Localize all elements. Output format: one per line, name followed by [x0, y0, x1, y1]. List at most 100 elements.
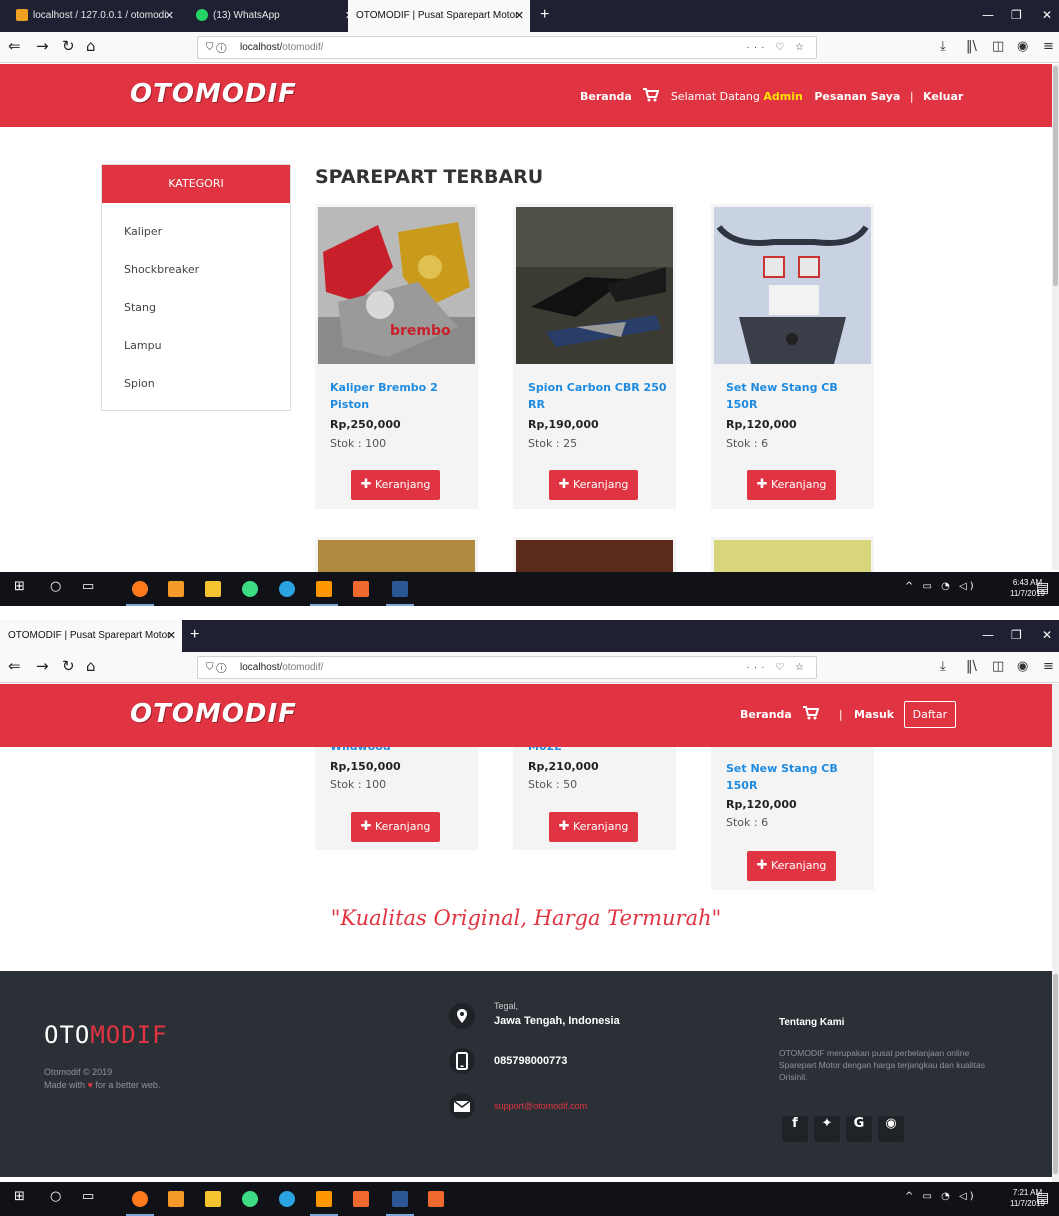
facebook-icon[interactable]: f	[782, 1116, 808, 1142]
browser-tab-otomodif[interactable]: OTOMODIF | Pusat Sparepart Motor ✕	[348, 0, 530, 32]
sidebar-icon[interactable]: ◫	[992, 39, 1004, 54]
category-item-stang[interactable]: Stang	[124, 301, 156, 314]
notification-icon[interactable]: ▤	[1036, 580, 1049, 596]
word-icon[interactable]	[392, 581, 408, 597]
page-scrollbar[interactable]	[1052, 684, 1059, 1182]
close-icon[interactable]: ✕	[515, 0, 524, 32]
github-icon[interactable]: ◉	[878, 1116, 904, 1142]
scrollbar-thumb[interactable]	[1053, 974, 1058, 1174]
new-tab-icon[interactable]: +	[190, 620, 199, 650]
browser-tab-otomodif[interactable]: OTOMODIF | Pusat Sparepart Motor ✕	[0, 620, 182, 652]
browser-tab-phpmyadmin[interactable]: localhost / 127.0.0.1 / otomodi ✕	[8, 0, 180, 32]
xampp-icon[interactable]	[168, 1191, 184, 1207]
home-icon[interactable]: ⌂	[86, 37, 96, 55]
address-bar[interactable]: ⛉ ⓘ localhost/otomodif/ ··· ♡ ☆	[197, 36, 817, 59]
search-icon[interactable]: ○	[50, 1189, 61, 1204]
windows-start-icon[interactable]: ⊞	[14, 579, 25, 594]
android-studio-icon[interactable]	[242, 581, 258, 597]
download-icon[interactable]: ⤓	[940, 39, 946, 54]
close-icon[interactable]: ✕	[167, 620, 176, 652]
telegram-icon[interactable]	[279, 581, 295, 597]
twitter-icon[interactable]: ✦	[814, 1116, 840, 1142]
reload-icon[interactable]: ↻	[62, 37, 75, 55]
browser-tab-whatsapp[interactable]: (13) WhatsApp✕	[188, 0, 360, 32]
account-icon[interactable]: ◉	[1017, 39, 1028, 54]
close-window-icon[interactable]: ✕	[1042, 620, 1052, 650]
back-icon[interactable]: ⇐	[8, 657, 21, 675]
task-view-icon[interactable]: ▭	[82, 579, 94, 594]
category-item-kaliper[interactable]: Kaliper	[124, 225, 162, 238]
new-tab-icon[interactable]: +	[540, 0, 549, 30]
windows-start-icon[interactable]: ⊞	[14, 1189, 25, 1204]
product-image[interactable]: brembo	[318, 207, 475, 364]
add-to-cart-button[interactable]: ✚ Keranjang	[549, 812, 638, 842]
category-item-lampu[interactable]: Lampu	[124, 339, 162, 352]
sidebar-icon[interactable]: ◫	[992, 659, 1004, 674]
cart-icon[interactable]	[643, 88, 660, 105]
scrollbar-thumb[interactable]	[1053, 66, 1058, 286]
account-icon[interactable]: ◉	[1017, 659, 1028, 674]
add-to-cart-button[interactable]: ✚ Keranjang	[351, 470, 440, 500]
xampp-icon[interactable]	[168, 581, 184, 597]
google-icon[interactable]: G	[846, 1116, 872, 1142]
add-to-cart-button[interactable]: ✚ Keranjang	[747, 470, 836, 500]
add-to-cart-button[interactable]: ✚ Keranjang	[351, 812, 440, 842]
home-icon[interactable]: ⌂	[86, 657, 96, 675]
firefox-icon[interactable]	[132, 581, 148, 597]
file-explorer-icon[interactable]	[205, 581, 221, 597]
forward-icon[interactable]: →	[36, 657, 49, 675]
product-name[interactable]: Spion Carbon CBR 250 RR	[528, 379, 668, 413]
page-actions-icon[interactable]: ··· ♡ ☆	[747, 657, 808, 678]
nav-login-link[interactable]: Masuk	[854, 708, 894, 721]
restore-icon[interactable]: ❐	[1011, 0, 1022, 30]
product-image[interactable]	[516, 207, 673, 364]
close-window-icon[interactable]: ✕	[1042, 0, 1052, 30]
site-logo[interactable]: OTOMODIF	[130, 79, 297, 109]
notification-icon[interactable]: ▤	[1036, 1190, 1049, 1206]
nav-orders-link[interactable]: Pesanan Saya	[814, 90, 900, 103]
file-explorer-icon[interactable]	[205, 1191, 221, 1207]
address-bar[interactable]: ⛉ ⓘ localhost/otomodif/ ··· ♡ ☆	[197, 656, 817, 679]
category-item-shockbreaker[interactable]: Shockbreaker	[124, 263, 199, 276]
minimize-icon[interactable]: —	[982, 620, 994, 650]
minimize-icon[interactable]: —	[982, 0, 994, 30]
menu-icon[interactable]: ≡	[1043, 659, 1054, 674]
firefox-icon[interactable]	[132, 1191, 148, 1207]
library-icon[interactable]: ‖\	[966, 39, 977, 54]
cart-icon[interactable]	[803, 706, 820, 723]
library-icon[interactable]: ‖\	[966, 659, 977, 674]
close-icon[interactable]: ✕	[165, 0, 174, 32]
footer-email[interactable]: support@otomodif.com	[494, 1101, 587, 1111]
product-image[interactable]	[714, 207, 871, 364]
search-icon[interactable]: ○	[50, 579, 61, 594]
restore-icon[interactable]: ❐	[1011, 620, 1022, 650]
reload-icon[interactable]: ↻	[62, 657, 75, 675]
task-view-icon[interactable]: ▭	[82, 1189, 94, 1204]
site-logo[interactable]: OTOMODIF	[130, 699, 297, 729]
telegram-icon[interactable]	[279, 1191, 295, 1207]
android-studio-icon[interactable]	[242, 1191, 258, 1207]
word-icon[interactable]	[392, 1191, 408, 1207]
product-name[interactable]: Set New Stang CB 150R	[726, 379, 866, 413]
footer-phone[interactable]: 085798000773	[494, 1055, 567, 1067]
xampp-second-icon[interactable]	[428, 1191, 444, 1207]
nav-logout-link[interactable]: Keluar	[923, 90, 963, 103]
download-icon[interactable]: ⤓	[940, 659, 946, 674]
page-scrollbar[interactable]	[1052, 64, 1059, 570]
xampp-control-icon[interactable]	[353, 581, 369, 597]
sublime-icon[interactable]	[316, 581, 332, 597]
nav-home-link[interactable]: Beranda	[740, 708, 792, 721]
xampp-control-icon[interactable]	[353, 1191, 369, 1207]
category-item-spion[interactable]: Spion	[124, 377, 155, 390]
page-actions-icon[interactable]: ··· ♡ ☆	[747, 37, 808, 58]
sublime-icon[interactable]	[316, 1191, 332, 1207]
register-button[interactable]: Daftar	[903, 701, 957, 728]
forward-icon[interactable]: →	[36, 37, 49, 55]
system-tray-icons[interactable]: ^ ▭ ◔ ◁)	[905, 581, 977, 592]
product-name[interactable]: Set New Stang CB 150R	[726, 760, 866, 794]
system-tray-icons[interactable]: ^ ▭ ◔ ◁)	[905, 1191, 977, 1202]
back-icon[interactable]: ⇐	[8, 37, 21, 55]
nav-home-link[interactable]: Beranda	[580, 90, 632, 103]
add-to-cart-button[interactable]: ✚ Keranjang	[549, 470, 638, 500]
add-to-cart-button[interactable]: ✚ Keranjang	[747, 851, 836, 881]
